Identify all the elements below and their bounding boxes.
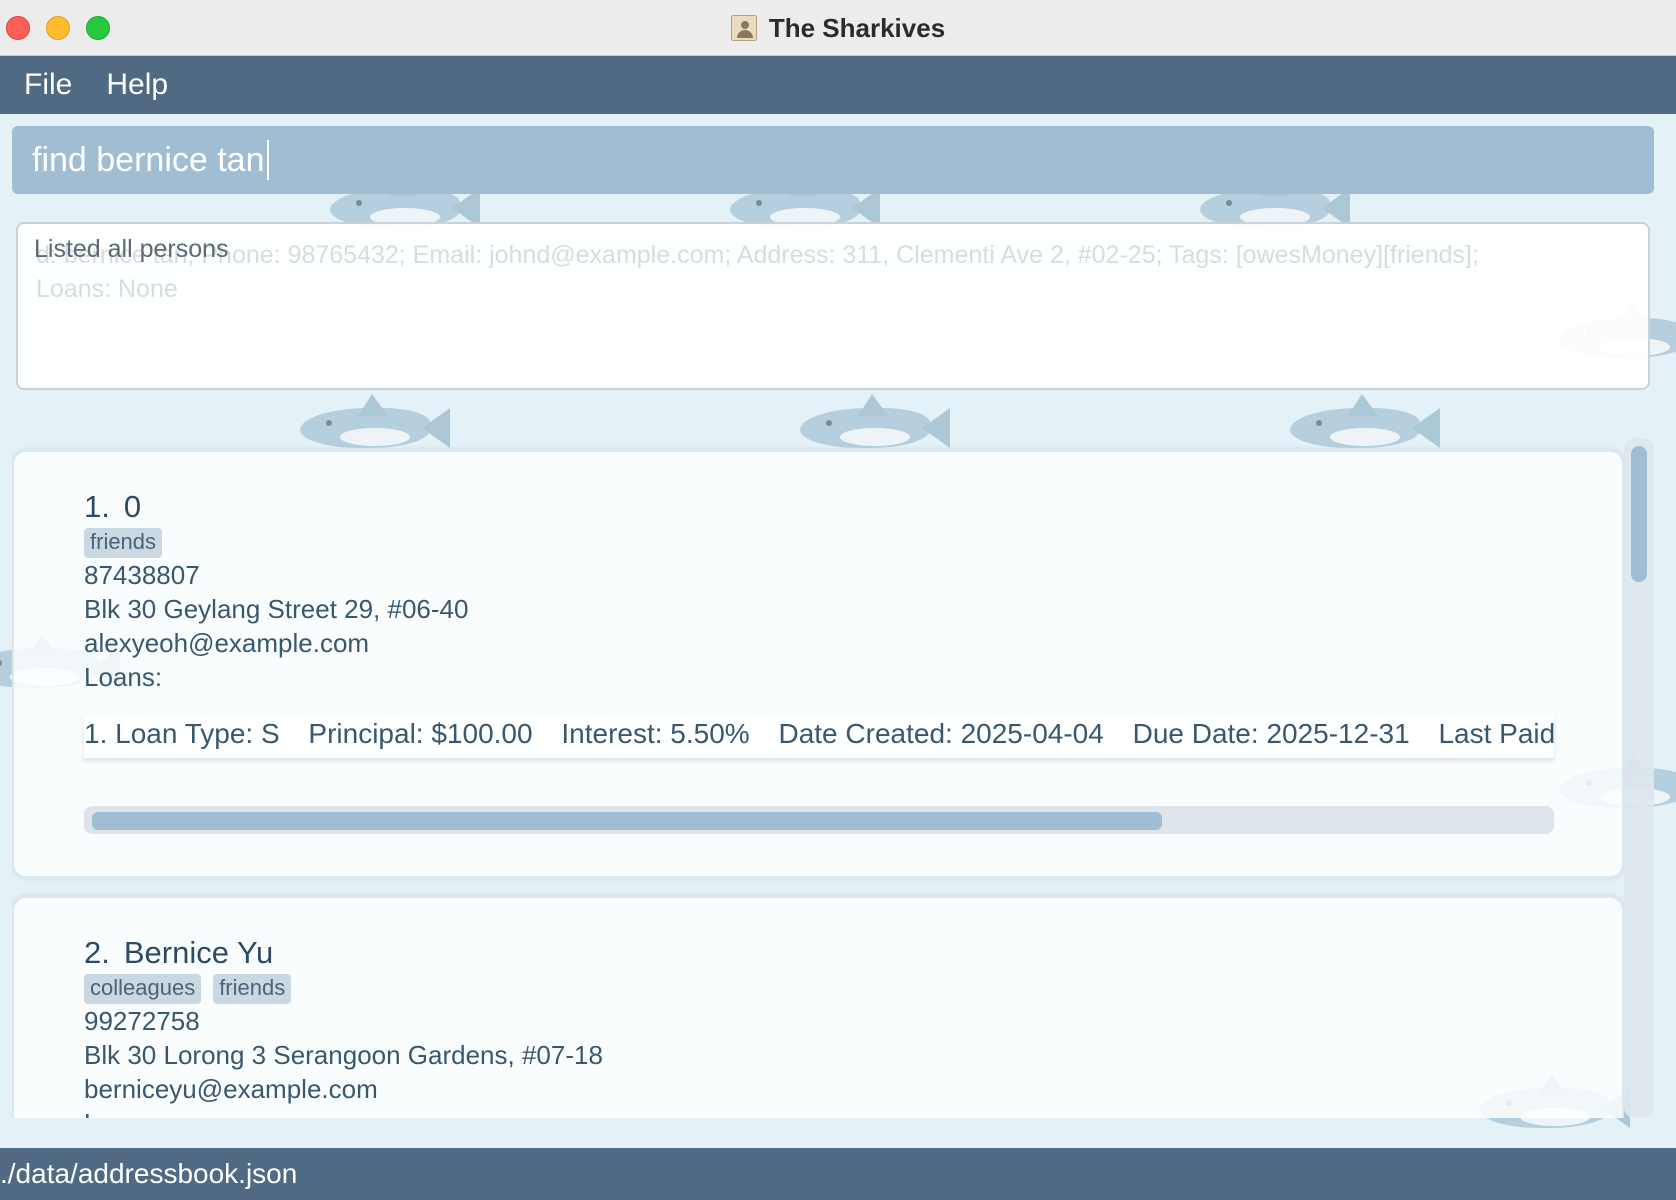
person-phone: 99272758	[84, 1006, 200, 1036]
result-display: d: bernice tan; Phone: 98765432; Email: …	[16, 222, 1650, 390]
command-box[interactable]: find bernice tan	[12, 126, 1654, 194]
person-index: 2.	[84, 935, 110, 970]
menu-help[interactable]: Help	[91, 68, 187, 102]
status-file-path: ./data/addressbook.json	[0, 1158, 298, 1189]
status-bar: ./data/addressbook.json	[0, 1148, 1676, 1200]
loan-due-date: Due Date: 2025-12-31	[1132, 718, 1410, 749]
tag: friends	[84, 528, 163, 558]
loan-interest: Interest: 5.50%	[561, 718, 750, 749]
person-list[interactable]: 1. 0 friends 87438807 Blk 30 Geylang Stre…	[12, 440, 1648, 1118]
person-email: alexyeoh@example.com	[84, 628, 370, 658]
person-name: 0	[123, 489, 142, 524]
window-title: The Sharkives	[768, 12, 946, 43]
app-window: The Sharkives File Help find bernice tan…	[0, 0, 1676, 1200]
loan-horizontal-scrollbar[interactable]	[84, 806, 1554, 834]
loan-entry: 1. Loan Type: S Principal: $100.00 Inter…	[84, 716, 1554, 758]
horizontal-scroll-thumb[interactable]	[92, 812, 1162, 830]
person-index: 1.	[84, 489, 110, 524]
person-email: berniceyu@example.com	[84, 1074, 378, 1104]
loans-label: Loans:	[84, 662, 163, 692]
result-message: Listed all persons	[34, 235, 229, 263]
vertical-scroll-thumb[interactable]	[1631, 446, 1647, 582]
person-address: Blk 30 Geylang Street 29, #06-40	[84, 594, 469, 624]
loan-last-paid: Last Paid: No	[1438, 718, 1554, 749]
person-phone: 87438807	[84, 560, 200, 590]
loan-principal: Principal: $100.00	[308, 718, 533, 749]
title-bar: The Sharkives	[0, 0, 1676, 56]
loan-type: 1. Loan Type: S	[84, 718, 280, 749]
text-caret	[267, 140, 269, 180]
loans-label: Loans:	[84, 1106, 1622, 1118]
person-name: Bernice Yu	[123, 935, 274, 970]
tag: colleagues	[84, 974, 202, 1004]
menu-bar: File Help	[0, 56, 1676, 114]
tag-list: colleagues friends	[84, 974, 1622, 1004]
list-vertical-scrollbar[interactable]	[1624, 438, 1654, 1118]
person-address: Blk 30 Lorong 3 Serangoon Gardens, #07-1…	[84, 1040, 603, 1070]
tag-list: friends	[84, 528, 1622, 558]
tag: friends	[213, 974, 292, 1004]
command-input[interactable]: find bernice tan	[32, 141, 1632, 180]
app-icon	[730, 15, 757, 41]
loan-date-created: Date Created: 2025-04-04	[778, 718, 1104, 749]
person-name-line: 1. 0	[84, 488, 1622, 526]
person-card[interactable]: 2. Bernice Yu colleagues friends 99272758…	[12, 896, 1624, 1118]
person-name-line: 2. Bernice Yu	[84, 934, 1622, 972]
person-card[interactable]: 1. 0 friends 87438807 Blk 30 Geylang Stre…	[12, 450, 1624, 878]
menu-file[interactable]: File	[0, 68, 91, 102]
